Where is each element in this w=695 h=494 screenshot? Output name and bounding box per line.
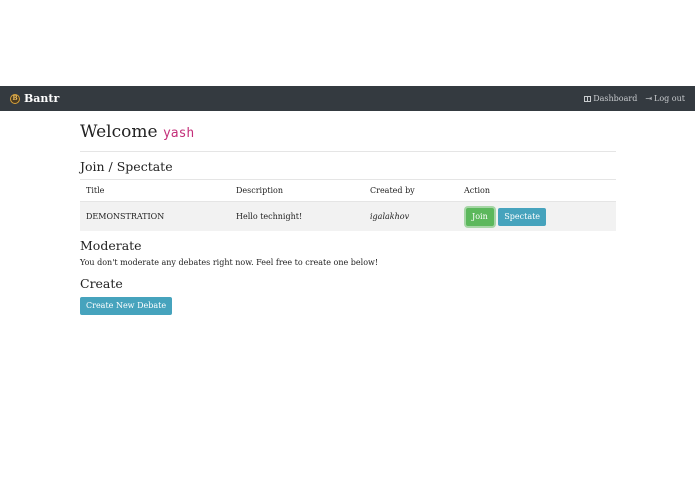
nav-dashboard-link[interactable]: Dashboard [584, 94, 637, 103]
nav-logout-link[interactable]: ⇥ Log out [645, 94, 685, 103]
column-header-description: Description [230, 180, 364, 202]
brand-name: Bantr [24, 92, 60, 105]
moderate-section-title: Moderate [80, 238, 142, 253]
create-section-title: Create [80, 276, 123, 291]
nav-logout-label: Log out [654, 94, 685, 103]
nav-links: Dashboard ⇥ Log out [584, 94, 685, 103]
bantr-logo-icon: B [10, 93, 20, 104]
spectate-button[interactable]: Spectate [498, 207, 547, 226]
brand-link[interactable]: B Bantr [10, 92, 59, 105]
join-section-title: Join / Spectate [80, 158, 616, 180]
debate-actions: Join Spectate [458, 201, 616, 231]
debate-creator: igalakhov [364, 201, 458, 231]
main-content: Welcome yash Join / Spectate Title Descr… [80, 120, 616, 315]
page-title: Welcome yash [80, 120, 616, 152]
username: yash [162, 126, 195, 141]
column-header-title: Title [80, 180, 230, 202]
join-button[interactable]: Join [466, 207, 494, 226]
debate-description: Hello technight! [230, 201, 364, 231]
dashboard-icon [584, 95, 592, 102]
column-header-created-by: Created by [364, 180, 458, 202]
debates-table: Title Description Created by Action DEMO… [80, 180, 616, 231]
column-header-action: Action [458, 180, 616, 202]
top-navbar: B Bantr Dashboard ⇥ Log out [0, 86, 695, 111]
create-new-debate-button[interactable]: Create New Debate [80, 297, 173, 315]
welcome-prefix: Welcome [80, 122, 158, 142]
table-header-row: Title Description Created by Action [80, 180, 616, 202]
nav-dashboard-label: Dashboard [593, 94, 638, 103]
logout-icon: ⇥ [645, 93, 653, 103]
debate-title: DEMONSTRATION [80, 201, 230, 231]
table-row: DEMONSTRATION Hello technight! igalakhov… [80, 201, 616, 231]
moderate-empty-text: You don't moderate any debates right now… [80, 258, 379, 267]
